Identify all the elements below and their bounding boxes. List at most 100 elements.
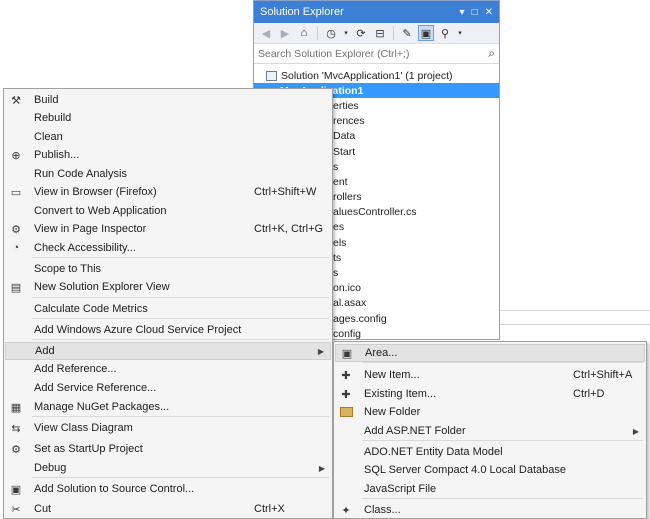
menu-item-label: Set as StartUp Project xyxy=(34,443,143,455)
menu-item-view-class-diagram[interactable]: ⇆ View Class Diagram xyxy=(5,419,331,437)
menu-item-label: New Solution Explorer View xyxy=(34,281,170,293)
menu-item-sql-server-compact-4-0-local-database[interactable]: SQL Server Compact 4.0 Local Database xyxy=(335,461,645,479)
menu-item-label: Add Solution to Source Control... xyxy=(34,483,195,495)
build-icon: ⚒ xyxy=(11,94,21,107)
menu-item-calculate-code-metrics[interactable]: Calculate Code Metrics xyxy=(5,300,331,318)
menu-item-label: View Class Diagram xyxy=(34,422,133,434)
menu-item-label: ADO.NET Entity Data Model xyxy=(364,446,503,458)
new-item-icon: ✚ xyxy=(341,369,351,382)
menu-item-label: View in Browser (Firefox) xyxy=(34,186,157,198)
menu-item-label: Manage NuGet Packages... xyxy=(34,401,170,413)
dropdown-small-icon[interactable]: ▾ xyxy=(342,25,350,41)
menu-item-label: Add Reference... xyxy=(34,363,117,375)
search-input[interactable]: Search Solution Explorer (Ctrl+;) xyxy=(258,48,409,60)
preview-icon[interactable]: ▣ xyxy=(418,25,434,41)
menu-separator xyxy=(362,362,643,363)
menu-item-new-item[interactable]: ✚ New Item... Ctrl+Shift+A xyxy=(335,366,645,384)
menu-item-rebuild[interactable]: Rebuild xyxy=(5,109,331,127)
folder-icon xyxy=(338,404,354,420)
menu-item-new-solution-explorer-view[interactable]: ▤ New Solution Explorer View xyxy=(5,278,331,296)
close-icon[interactable]: ✕ xyxy=(485,7,493,18)
menu-item-add-windows-azure-cloud-service-project[interactable]: Add Windows Azure Cloud Service Project xyxy=(5,321,331,339)
submenu-arrow-icon: ▶ xyxy=(632,426,639,436)
scissors-icon: ✂ xyxy=(11,503,21,516)
search-icon[interactable]: ⌕ xyxy=(488,46,495,61)
tree-item-label: ent xyxy=(333,175,348,188)
refresh-icon[interactable]: ⟳ xyxy=(353,25,369,41)
tree-item-label: rollers xyxy=(333,191,362,204)
menu-item-check-accessibility[interactable]: ◔ Check Accessibility... xyxy=(5,239,331,257)
menu-item-add-service-reference[interactable]: Add Service Reference... xyxy=(5,379,331,397)
menu-separator xyxy=(362,440,643,441)
menu-item-shortcut: Ctrl+Shift+A xyxy=(573,369,633,381)
menu-item-shortcut: Ctrl+D xyxy=(573,388,605,400)
forward-icon[interactable]: ▶ xyxy=(277,25,293,41)
menu-item-publish[interactable]: ⊕ Publish... xyxy=(5,146,331,164)
menu-item-set-as-startup-project[interactable]: ⚙ Set as StartUp Project xyxy=(5,440,331,458)
menu-item-shortcut: Ctrl+Shift+W xyxy=(254,186,317,198)
menu-item-view-in-browser-firefox[interactable]: ▭ View in Browser (Firefox) Ctrl+Shift+W xyxy=(5,183,331,201)
menu-separator xyxy=(32,339,329,340)
menu-item-label: Rebuild xyxy=(34,112,72,124)
menu-item-class[interactable]: ✦ Class... xyxy=(335,501,645,519)
inspector-icon: ⚙ xyxy=(11,223,21,236)
tree-item-solution[interactable]: Solution 'MvcApplication1' (1 project) xyxy=(254,68,499,83)
menu-item-cut[interactable]: ✂ Cut Ctrl+X xyxy=(5,500,331,518)
accessibility-icon: ◔ xyxy=(12,242,20,254)
search-box[interactable]: Search Solution Explorer (Ctrl+;) ⌕ xyxy=(254,44,499,64)
menu-item-add-asp-net-folder[interactable]: Add ASP.NET Folder ▶ xyxy=(335,422,645,440)
menu-item-existing-item[interactable]: ✚ Existing Item... Ctrl+D xyxy=(335,385,645,403)
menu-item-label: New Folder xyxy=(364,406,421,418)
menu-item-scope-to-this[interactable]: Scope to This xyxy=(5,260,331,278)
menu-item-view-in-page-inspector[interactable]: ⚙ View in Page Inspector Ctrl+K, Ctrl+G xyxy=(5,220,331,238)
tree-item-label: Data xyxy=(333,130,356,143)
tree-item-label: ages.config xyxy=(333,312,387,325)
menu-item-shortcut: Ctrl+K, Ctrl+G xyxy=(254,223,324,235)
menu-item-label: Class... xyxy=(364,504,401,516)
tree-item-label: ts xyxy=(333,251,342,264)
menu-item-label: New Item... xyxy=(364,369,420,381)
menu-item-label: Add Service Reference... xyxy=(34,382,157,394)
menu-item-label: Debug xyxy=(34,462,67,474)
menu-item-build[interactable]: ⚒ Build xyxy=(5,91,331,109)
home-icon[interactable]: ⌂ xyxy=(296,25,312,41)
menu-item-run-code-analysis[interactable]: Run Code Analysis xyxy=(5,165,331,183)
menu-item-label: JavaScript File xyxy=(364,483,437,495)
view-switch-icon[interactable]: ⚲ xyxy=(437,25,453,41)
dropdown-small-icon[interactable]: ▾ xyxy=(456,25,464,41)
menu-item-label: Scope to This xyxy=(34,263,102,275)
menu-item-label: Publish... xyxy=(34,149,80,161)
menu-item-label: Add ASP.NET Folder xyxy=(364,425,466,437)
menu-item-add-reference[interactable]: Add Reference... xyxy=(5,360,331,378)
dropdown-arrow-icon[interactable]: ▾ xyxy=(460,7,465,18)
nuget-icon: ▦ xyxy=(10,401,22,414)
source-control-icon: ▣ xyxy=(10,483,22,496)
tree-item-label: aluesController.cs xyxy=(333,206,417,219)
menu-item-debug[interactable]: Debug ▶ xyxy=(5,459,331,477)
solution-explorer-title: Solution Explorer xyxy=(260,6,344,18)
menu-item-manage-nuget-packages[interactable]: ▦ Manage NuGet Packages... xyxy=(5,398,331,416)
menu-item-add-solution-to-source-control[interactable]: ▣ Add Solution to Source Control... xyxy=(5,480,331,498)
menu-item-shortcut: Ctrl+X xyxy=(254,503,285,515)
submenu-arrow-icon: ▶ xyxy=(318,463,325,473)
class-icon: ✦ xyxy=(341,504,351,517)
back-icon[interactable]: ◀ xyxy=(258,25,274,41)
properties-icon[interactable]: ✎ xyxy=(399,25,415,41)
tree-item-label: s xyxy=(333,267,339,280)
menu-separator xyxy=(32,416,329,417)
menu-item-javascript-file[interactable]: JavaScript File xyxy=(335,480,645,498)
menu-item-convert-to-web-application[interactable]: Convert to Web Application xyxy=(5,202,331,220)
solution-explorer-toolbar: ◀ ▶ ⌂ ◷ ▾ ⟳ ⊟ ✎ ▣ ⚲ ▾ xyxy=(254,23,499,44)
maximize-icon[interactable]: □ xyxy=(472,7,478,18)
background-divider xyxy=(500,310,650,311)
menu-item-area[interactable]: ▣ Area... xyxy=(335,344,645,362)
menu-item-new-folder[interactable]: New Folder xyxy=(335,403,645,421)
collapse-all-icon[interactable]: ⊟ xyxy=(372,25,388,41)
history-icon[interactable]: ◷ xyxy=(323,25,339,41)
menu-item-add[interactable]: Add ▶ xyxy=(5,342,331,360)
tree-item-label: s xyxy=(333,160,339,173)
menu-item-clean[interactable]: Clean xyxy=(5,128,331,146)
menu-item-label: Cut xyxy=(34,503,52,515)
project-context-menu: ⚒ Build Rebuild Clean ⊕ Publish... Run Code An… xyxy=(3,88,333,519)
menu-item-ado-net-entity-data-model[interactable]: ADO.NET Entity Data Model xyxy=(335,443,645,461)
